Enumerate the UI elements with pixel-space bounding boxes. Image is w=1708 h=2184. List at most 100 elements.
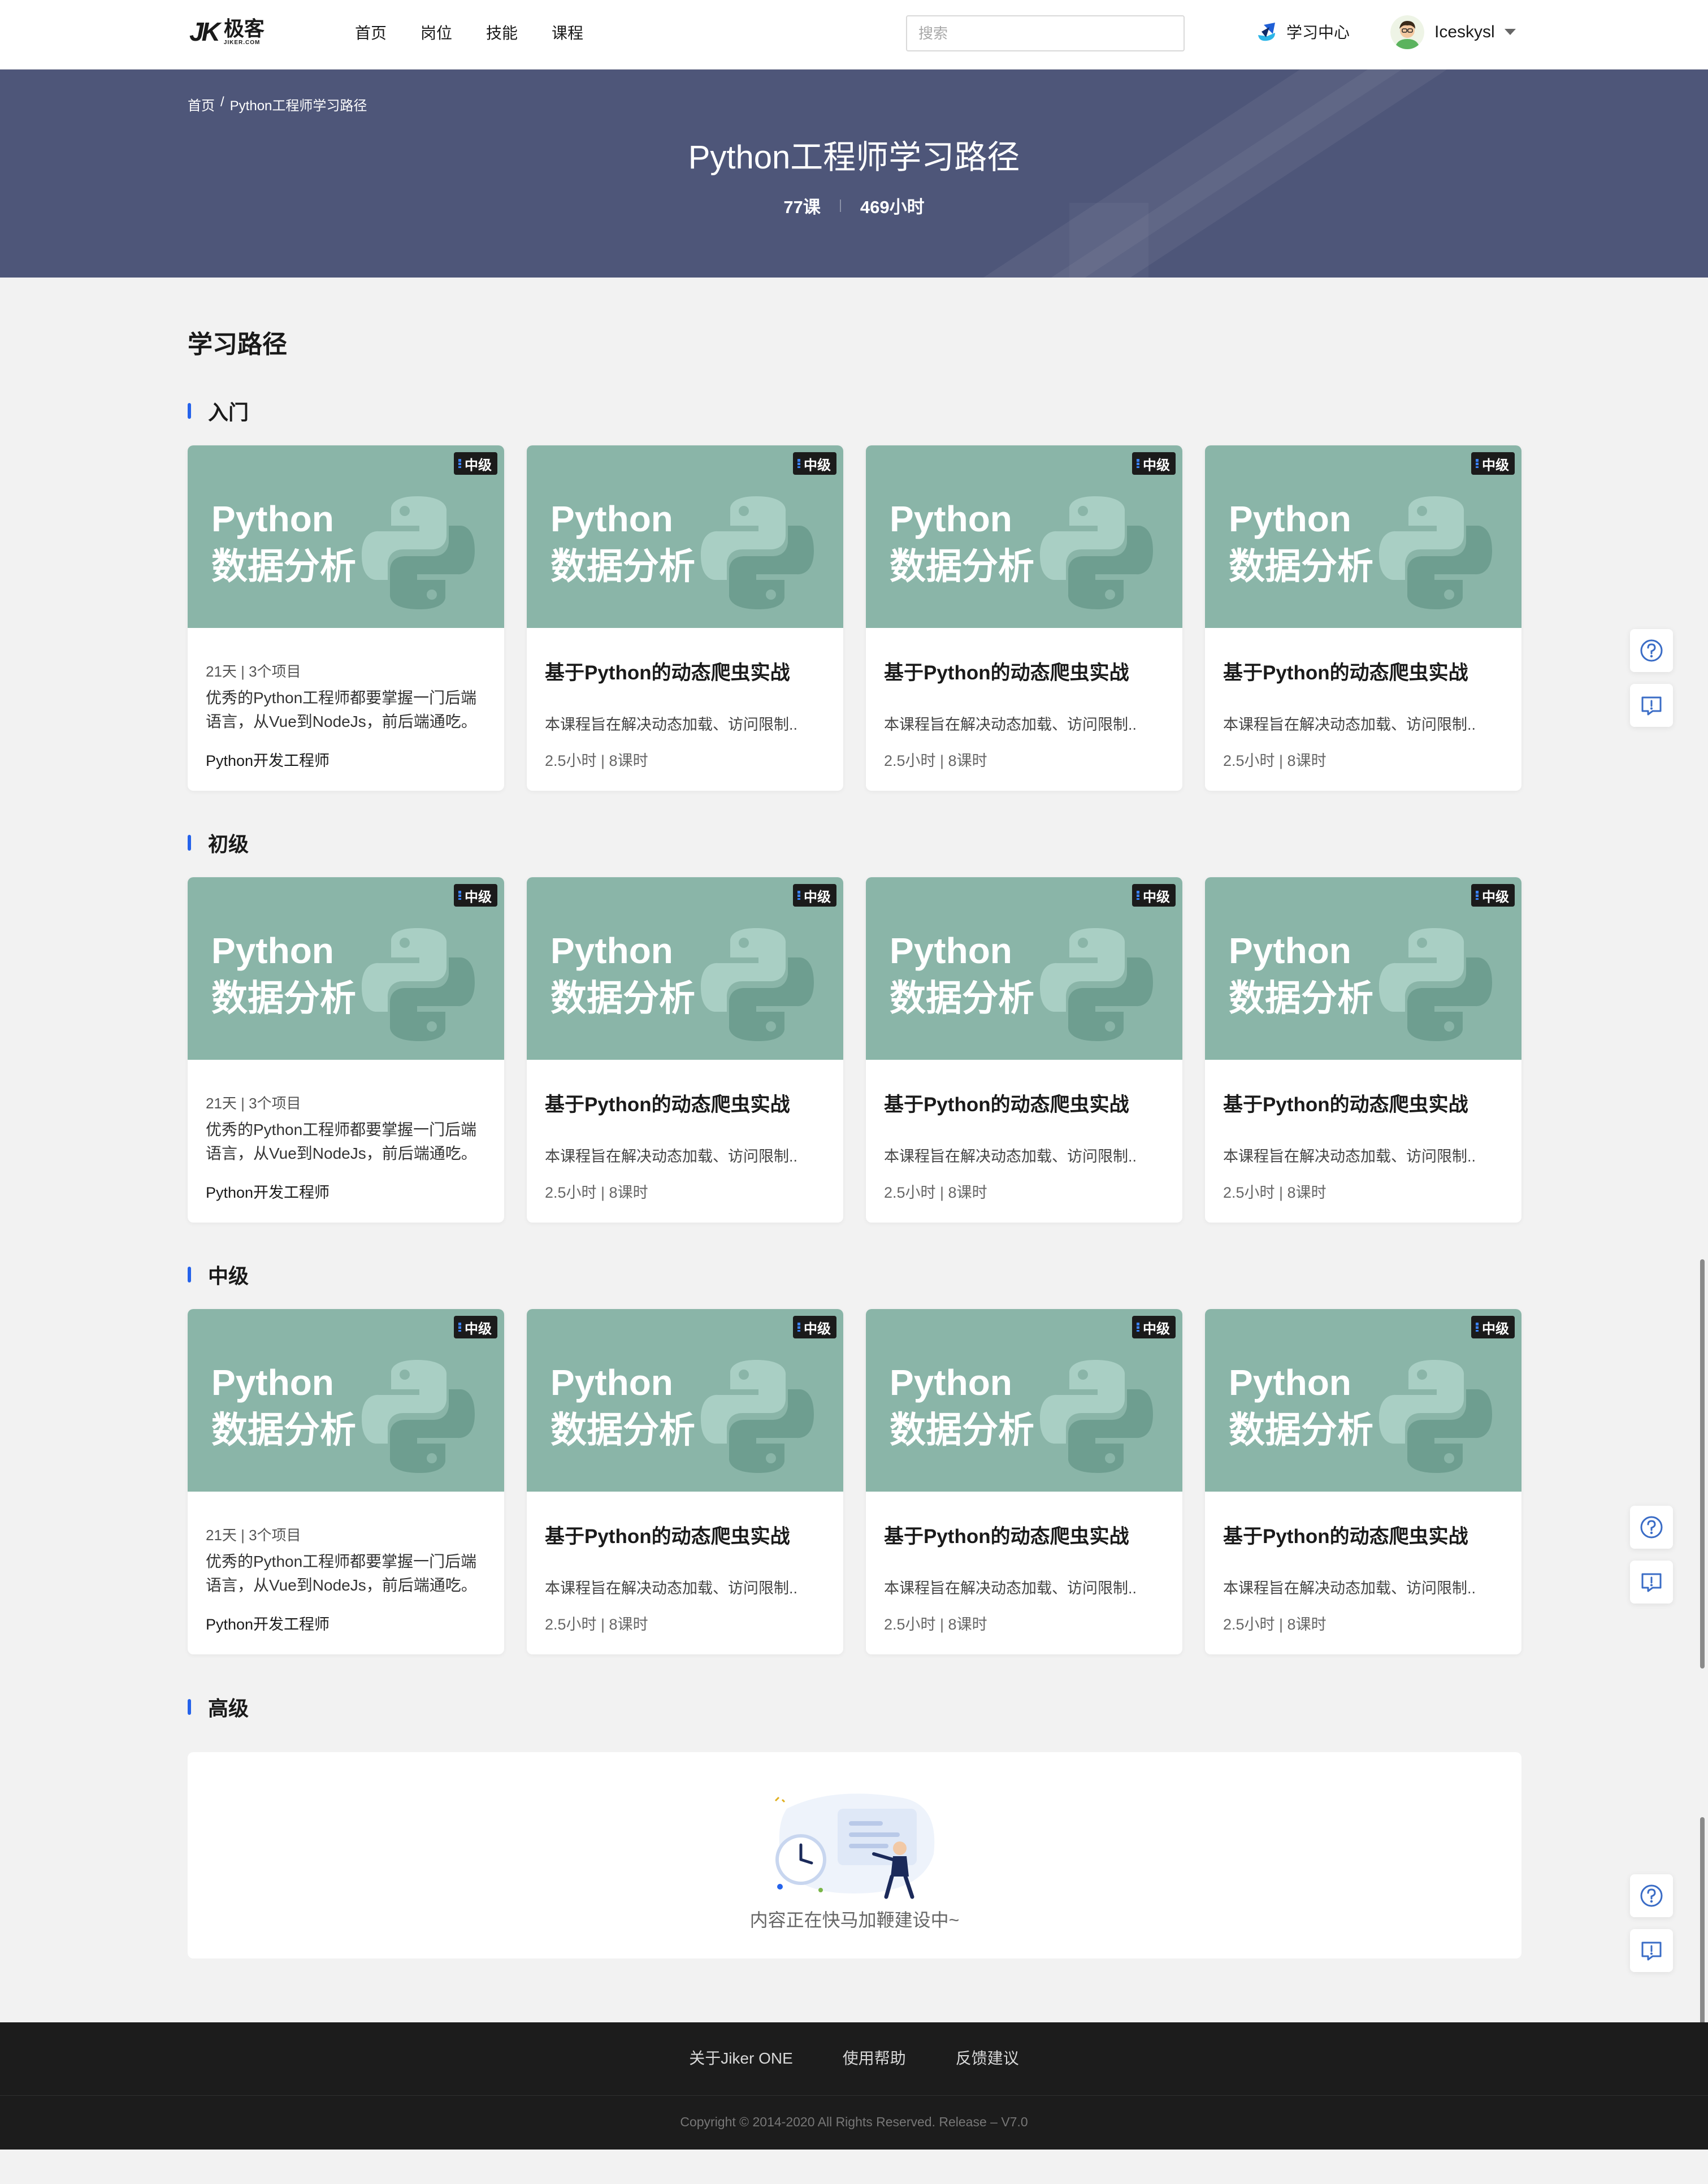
cover-title-line2: 数据分析	[890, 1410, 1034, 1450]
python-logo-icon	[1040, 928, 1153, 1041]
nav-item-home[interactable]: 首页	[355, 20, 387, 46]
copyright: Copyright © 2014-2020 All Rights Reserve…	[680, 2114, 1028, 2129]
course-title: 基于Python的动态爬虫实战	[884, 662, 1129, 684]
course-stats: 2.5小时 | 8课时	[545, 1616, 648, 1633]
breadcrumb-separator: /	[220, 94, 224, 110]
course-title: 基于Python的动态爬虫实战	[884, 1094, 1129, 1116]
study-center-icon	[1258, 23, 1275, 41]
cover-title-line2: 数据分析	[211, 1410, 356, 1450]
footer-divider	[0, 2095, 1708, 2096]
level-badge: 中级	[1471, 452, 1515, 475]
level-badge: 中级	[793, 884, 836, 907]
cover-title-line2: 数据分析	[890, 546, 1034, 587]
path-stats: 77课 469小时	[0, 193, 1708, 218]
card-cover: Python 数据分析 中级	[1205, 445, 1521, 628]
top-navbar: JK 极客 JIKER.COM 首页 岗位 技能 课程 学习中心	[0, 0, 1708, 70]
path-role-tag: Python开发工程师	[206, 1184, 330, 1201]
search-input[interactable]	[906, 15, 1185, 51]
nav-item-skills[interactable]: 技能	[486, 20, 518, 46]
scrollbar-thumb[interactable]	[1700, 1259, 1705, 1669]
course-description: 本课程旨在解决动态加载、访问限制..	[884, 716, 1137, 733]
cover-title-line2: 数据分析	[550, 1410, 695, 1450]
python-logo-icon	[362, 1360, 475, 1473]
course-card[interactable]: Python 数据分析 中级 基于Python的动态爬虫实战 本课程旨在解决动态…	[527, 877, 843, 1223]
path-card[interactable]: Python 数据分析 中级 21天 | 3个项目 优秀的Python工程师都要…	[188, 1309, 504, 1654]
cover-title-line2: 数据分析	[211, 546, 356, 587]
course-card[interactable]: Python 数据分析 中级 基于Python的动态爬虫实战 本课程旨在解决动态…	[866, 1309, 1182, 1654]
avatar	[1390, 15, 1424, 49]
path-card[interactable]: Python 数据分析 中级 21天 | 3个项目 优秀的Python工程师都要…	[188, 877, 504, 1223]
level-badge: 中级	[1471, 884, 1515, 907]
path-role-tag: Python开发工程师	[206, 752, 330, 769]
study-center-link[interactable]: 学习中心	[1256, 20, 1350, 43]
main-nav: 首页 岗位 技能 课程	[355, 20, 617, 46]
level-accent-bar	[188, 835, 191, 851]
level-label: 高级	[208, 1697, 249, 1720]
nav-item-jobs[interactable]: 岗位	[421, 20, 452, 46]
footer-link-about[interactable]: 关于Jiker ONE	[689, 2046, 793, 2069]
cover-title-line2: 数据分析	[1229, 978, 1373, 1019]
course-card[interactable]: Python 数据分析 中级 基于Python的动态爬虫实战 本课程旨在解决动态…	[1205, 445, 1521, 791]
card-cover: Python 数据分析 中级	[1205, 1309, 1521, 1492]
cover-title-line1: Python	[211, 1362, 334, 1403]
help-icon	[1640, 1516, 1663, 1539]
course-card[interactable]: Python 数据分析 中级 基于Python的动态爬虫实战 本课程旨在解决动态…	[527, 1309, 843, 1654]
course-description: 本课程旨在解决动态加载、访问限制..	[884, 1580, 1137, 1597]
python-logo-icon	[1040, 1360, 1153, 1473]
footer: 关于Jiker ONE 使用帮助 反馈建议 Copyright © 2014-2…	[0, 2022, 1708, 2150]
username: Iceskysl	[1434, 23, 1495, 41]
level-badge: 中级	[793, 452, 836, 475]
feedback-button[interactable]	[1630, 684, 1673, 727]
nav-item-courses[interactable]: 课程	[552, 20, 583, 46]
study-center-label: 学习中心	[1286, 24, 1350, 41]
course-card[interactable]: Python 数据分析 中级 基于Python的动态爬虫实战 本课程旨在解决动态…	[1205, 877, 1521, 1223]
card-cover: Python 数据分析 中级	[527, 1309, 843, 1492]
cover-title-line2: 数据分析	[1229, 1410, 1373, 1450]
python-logo-icon	[362, 928, 475, 1041]
level-accent-bar	[188, 403, 191, 419]
card-cover: Python 数据分析 中级	[527, 877, 843, 1060]
level-badge: 中级	[1132, 1316, 1176, 1338]
course-description: 本课程旨在解决动态加载、访问限制..	[545, 1148, 798, 1165]
level-badge: 中级	[1471, 1316, 1515, 1338]
course-description: 本课程旨在解决动态加载、访问限制..	[1223, 716, 1476, 733]
stats-divider	[839, 199, 841, 212]
feedback-icon	[1641, 1573, 1662, 1592]
empty-state: 内容正在快马加鞭建设中~	[188, 1752, 1521, 1958]
feedback-icon	[1641, 696, 1662, 716]
logo[interactable]: JK 极客 JIKER.COM	[189, 16, 265, 47]
course-title: 基于Python的动态爬虫实战	[1223, 1094, 1468, 1116]
python-logo-icon	[1379, 496, 1492, 609]
course-card[interactable]: Python 数据分析 中级 基于Python的动态爬虫实战 本课程旨在解决动态…	[866, 877, 1182, 1223]
path-meta: 21天 | 3个项目	[206, 1095, 301, 1112]
user-menu[interactable]: Iceskysl	[1390, 15, 1516, 49]
cover-title-line2: 数据分析	[550, 546, 695, 587]
course-title: 基于Python的动态爬虫实战	[545, 1094, 790, 1116]
feedback-button[interactable]	[1630, 1561, 1673, 1604]
cover-title-line1: Python	[550, 499, 673, 539]
footer-link-help[interactable]: 使用帮助	[843, 2046, 906, 2069]
logo-mark: JK	[189, 17, 220, 46]
lesson-count: 77课	[783, 197, 821, 217]
course-description: 本课程旨在解决动态加载、访问限制..	[545, 716, 798, 733]
breadcrumb: 首页 / Python工程师学习路径	[188, 94, 367, 114]
footer-link-feedback[interactable]: 反馈建议	[956, 2046, 1019, 2069]
course-title: 基于Python的动态爬虫实战	[1223, 1526, 1468, 1548]
level-heading-beginner: 入门	[188, 396, 249, 426]
level-badge: 中级	[1132, 884, 1176, 907]
help-button[interactable]	[1630, 1506, 1673, 1549]
cover-title-line1: Python	[550, 930, 673, 971]
course-card[interactable]: Python 数据分析 中级 基于Python的动态爬虫实战 本课程旨在解决动态…	[866, 445, 1182, 791]
path-card[interactable]: Python 数据分析 中级 21天 | 3个项目 优秀的Python工程师都要…	[188, 445, 504, 791]
breadcrumb-home[interactable]: 首页	[188, 94, 215, 114]
card-cover: Python 数据分析 中级	[188, 877, 504, 1060]
help-button[interactable]	[1630, 629, 1673, 672]
course-card[interactable]: Python 数据分析 中级 基于Python的动态爬虫实战 本课程旨在解决动态…	[1205, 1309, 1521, 1654]
cover-title-line1: Python	[1229, 499, 1351, 539]
cover-title-line2: 数据分析	[550, 978, 695, 1019]
feedback-button[interactable]	[1630, 1929, 1673, 1972]
help-button[interactable]	[1630, 1874, 1673, 1917]
course-card[interactable]: Python 数据分析 中级 基于Python的动态爬虫实战 本课程旨在解决动态…	[527, 445, 843, 791]
course-stats: 2.5小时 | 8课时	[1223, 752, 1326, 769]
level-heading-elementary: 初级	[188, 828, 249, 857]
